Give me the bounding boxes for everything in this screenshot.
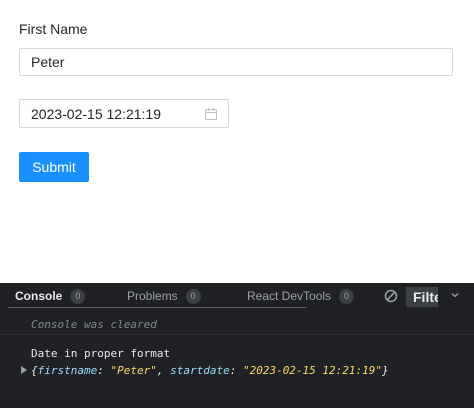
tab-react-devtools-label: React DevTools — [247, 289, 332, 303]
first-name-input[interactable] — [19, 48, 453, 76]
console-cleared-message: Console was cleared — [31, 318, 157, 331]
submit-button[interactable]: Submit — [19, 152, 89, 182]
console-log-message: Date in proper format — [31, 347, 171, 360]
tab-console-label: Console — [15, 289, 63, 303]
filter-input[interactable]: Filte — [406, 287, 438, 307]
object-open-brace: { — [31, 364, 38, 377]
console-divider — [0, 334, 474, 335]
object-separator: : — [97, 364, 111, 377]
devtools-tab-bar: Console 0 Problems 0 React DevTools 0 Fi… — [0, 283, 474, 309]
chevron-down-icon[interactable] — [450, 290, 460, 300]
object-comma: , — [156, 364, 171, 377]
object-value-firstname: "Peter" — [110, 364, 157, 377]
tab-react-devtools[interactable]: React DevTools 0 — [247, 283, 355, 309]
object-key-startdate: startdate — [170, 364, 230, 377]
first-name-label: First Name — [19, 21, 88, 37]
calendar-icon — [205, 108, 217, 120]
object-close-brace: } — [382, 364, 389, 377]
tab-problems[interactable]: Problems 0 — [127, 283, 201, 309]
tab-console[interactable]: Console 0 — [15, 283, 86, 309]
object-key-firstname: firstname — [37, 364, 98, 377]
object-value-startdate: "2023-02-15 12:21:19" — [242, 364, 383, 377]
tab-underline — [8, 307, 306, 308]
tab-problems-label: Problems — [127, 289, 178, 303]
console-output: Console was cleared Date in proper forma… — [0, 309, 474, 408]
form-area: First Name 2023-02-15 12:21:19 Submit — [0, 0, 474, 283]
block-icon[interactable] — [384, 289, 398, 303]
date-picker[interactable]: 2023-02-15 12:21:19 — [19, 99, 229, 128]
object-separator: : — [229, 364, 243, 377]
devtools-panel: Console 0 Problems 0 React DevTools 0 Fi… — [0, 283, 474, 408]
console-log-object[interactable]: {firstname: "Peter", startdate: "2023-02… — [21, 364, 389, 377]
tab-react-devtools-badge: 0 — [339, 288, 355, 304]
date-value: 2023-02-15 12:21:19 — [31, 106, 161, 122]
tab-console-badge: 0 — [70, 288, 86, 304]
tab-problems-badge: 0 — [185, 288, 201, 304]
expand-triangle-icon[interactable] — [20, 366, 28, 374]
